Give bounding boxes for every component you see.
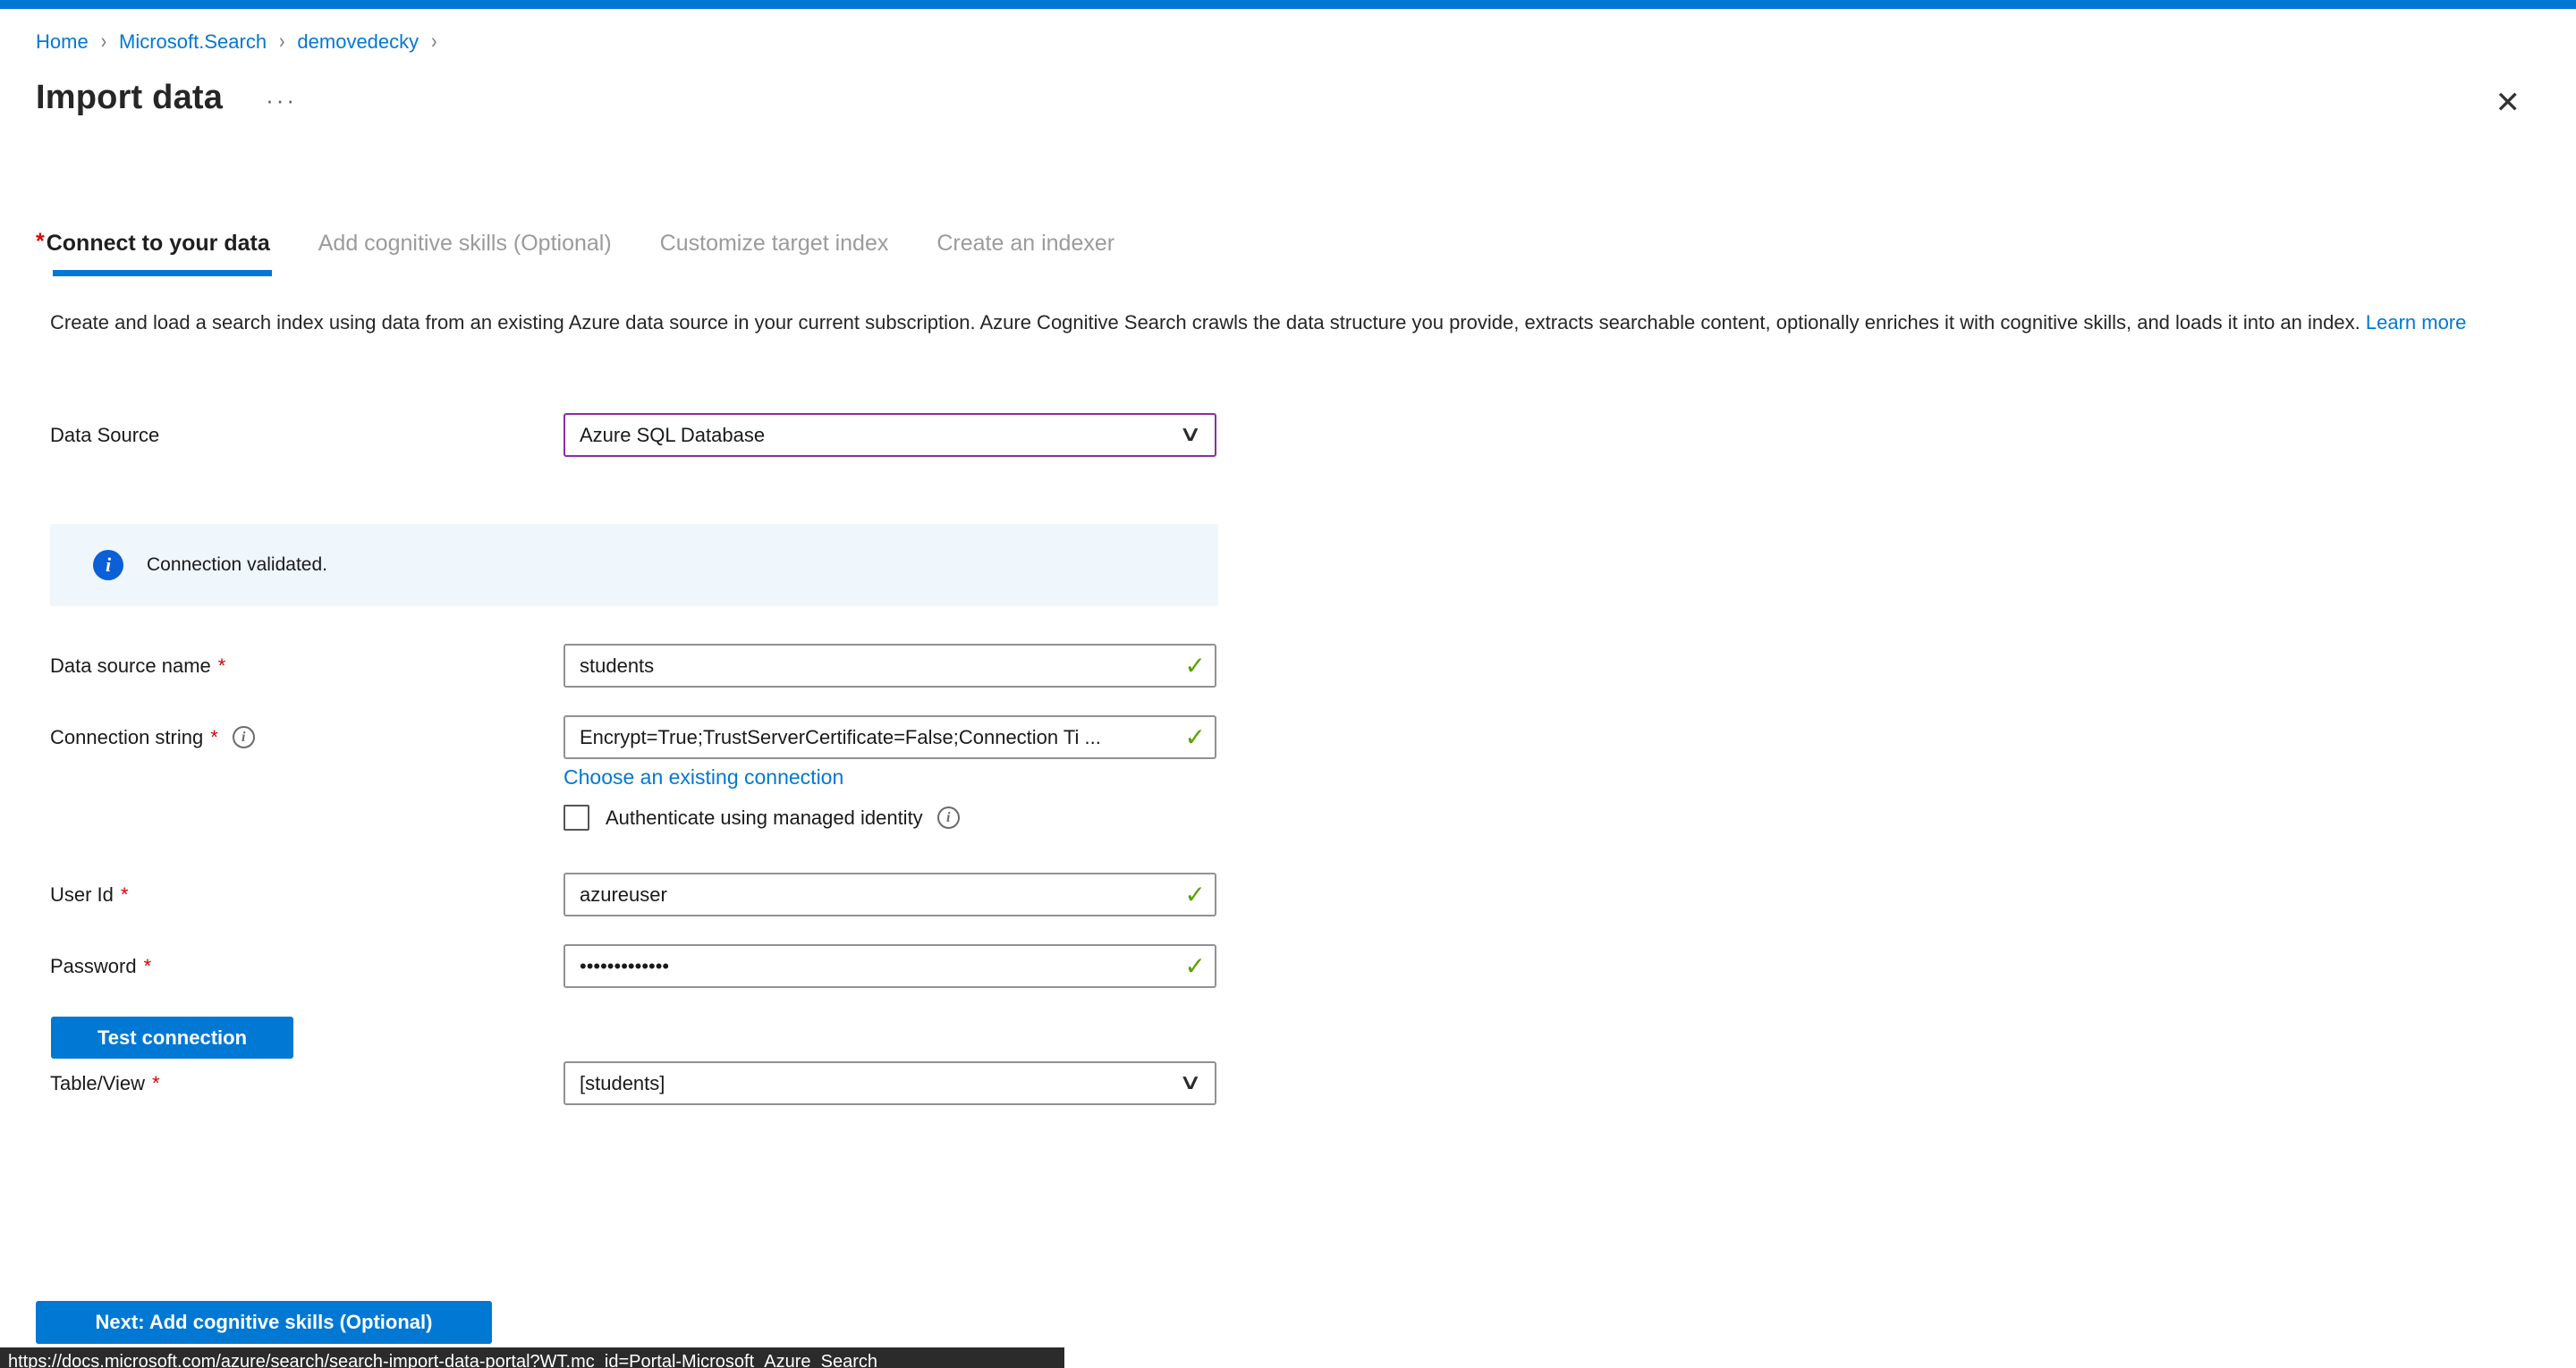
tab-add-cognitive-skills[interactable]: Add cognitive skills (Optional) bbox=[318, 231, 612, 276]
tab-description: Create and load a search index using dat… bbox=[50, 306, 2533, 339]
required-marker: * bbox=[152, 1062, 160, 1105]
password-row: Password * ✓ bbox=[50, 944, 1216, 988]
active-tab-underline bbox=[53, 270, 272, 276]
chevron-down-icon: ∨ bbox=[1179, 421, 1202, 447]
required-marker: * bbox=[144, 945, 152, 988]
tab-label: Customize target index bbox=[660, 231, 889, 256]
managed-identity-checkbox[interactable] bbox=[564, 805, 589, 831]
tab-label: Create an indexer bbox=[936, 231, 1114, 256]
next-add-cognitive-skills-button[interactable]: Next: Add cognitive skills (Optional) bbox=[36, 1301, 492, 1344]
required-marker: * bbox=[121, 874, 129, 916]
tab-customize-target-index[interactable]: Customize target index bbox=[660, 231, 889, 276]
chevron-down-icon: ∨ bbox=[1179, 1069, 1202, 1095]
data-source-label: Data Source bbox=[50, 413, 564, 457]
info-icon: i bbox=[93, 550, 123, 580]
blade-header: Import data ··· bbox=[36, 79, 297, 117]
info-icon[interactable]: i bbox=[937, 806, 960, 829]
import-data-blade: Home › Microsoft.Search › demovedecky › … bbox=[0, 9, 2576, 1368]
description-text: Create and load a search index using dat… bbox=[50, 311, 2360, 334]
data-source-name-input[interactable] bbox=[564, 644, 1216, 688]
breadcrumb-separator-icon: › bbox=[279, 30, 284, 55]
table-view-label: Table/View * bbox=[50, 1061, 564, 1105]
close-icon[interactable]: ✕ bbox=[2496, 88, 2521, 118]
tab-create-an-indexer[interactable]: Create an indexer bbox=[936, 231, 1114, 276]
data-source-value: Azure SQL Database bbox=[580, 424, 765, 447]
link-preview-statusbar: https://docs.microsoft.com/azure/search/… bbox=[0, 1347, 1064, 1368]
required-marker: * bbox=[218, 645, 226, 688]
connection-string-label: Connection string * i bbox=[50, 715, 564, 759]
connection-validated-banner: i Connection validated. bbox=[50, 524, 1218, 606]
breadcrumb-separator-icon: › bbox=[431, 30, 436, 55]
breadcrumb-home-link[interactable]: Home bbox=[36, 30, 89, 54]
user-id-row: User Id * ✓ bbox=[50, 873, 1216, 916]
data-source-row: Data Source Azure SQL Database ∨ bbox=[50, 413, 1216, 457]
connection-string-input[interactable] bbox=[564, 715, 1216, 759]
info-icon[interactable]: i bbox=[233, 726, 255, 748]
banner-message: Connection validated. bbox=[147, 554, 327, 576]
table-view-dropdown[interactable]: [students] ∨ bbox=[564, 1061, 1216, 1105]
more-options-icon[interactable]: ··· bbox=[266, 85, 297, 112]
choose-existing-connection-link[interactable]: Choose an existing connection bbox=[564, 765, 843, 789]
portal-top-accent-bar bbox=[0, 0, 2576, 9]
data-source-dropdown[interactable]: Azure SQL Database ∨ bbox=[564, 413, 1216, 457]
tab-label: Add cognitive skills (Optional) bbox=[318, 231, 612, 256]
breadcrumb: Home › Microsoft.Search › demovedecky › bbox=[36, 30, 449, 54]
password-label: Password * bbox=[50, 944, 564, 988]
page-title: Import data bbox=[36, 79, 223, 117]
breadcrumb-separator-icon: › bbox=[101, 30, 106, 55]
wizard-tabs: *Connect to your data Add cognitive skil… bbox=[36, 231, 1163, 276]
user-id-input[interactable] bbox=[564, 873, 1216, 916]
data-source-name-label: Data source name * bbox=[50, 644, 564, 688]
connection-string-row: Connection string * i ✓ bbox=[50, 715, 1216, 759]
required-marker: * bbox=[210, 716, 218, 759]
data-source-name-row: Data source name * ✓ bbox=[50, 644, 1216, 688]
learn-more-link[interactable]: Learn more bbox=[2366, 311, 2467, 334]
breadcrumb-microsoft-search-link[interactable]: Microsoft.Search bbox=[119, 30, 267, 54]
tab-connect-to-your-data[interactable]: *Connect to your data bbox=[36, 231, 270, 276]
breadcrumb-resource-link[interactable]: demovedecky bbox=[297, 30, 419, 54]
managed-identity-row: Authenticate using managed identity i bbox=[564, 805, 960, 831]
table-view-row: Table/View * [students] ∨ bbox=[50, 1061, 1216, 1105]
managed-identity-label: Authenticate using managed identity bbox=[606, 806, 923, 830]
statusbar-url: https://docs.microsoft.com/azure/search/… bbox=[8, 1352, 877, 1368]
test-connection-button[interactable]: Test connection bbox=[51, 1017, 293, 1059]
required-marker: * bbox=[36, 229, 45, 254]
table-view-value: [students] bbox=[580, 1072, 665, 1095]
choose-existing-connection-row: Choose an existing connection bbox=[564, 765, 843, 790]
tab-label: Connect to your data bbox=[47, 231, 270, 256]
password-input[interactable] bbox=[564, 944, 1216, 988]
user-id-label: User Id * bbox=[50, 873, 564, 916]
